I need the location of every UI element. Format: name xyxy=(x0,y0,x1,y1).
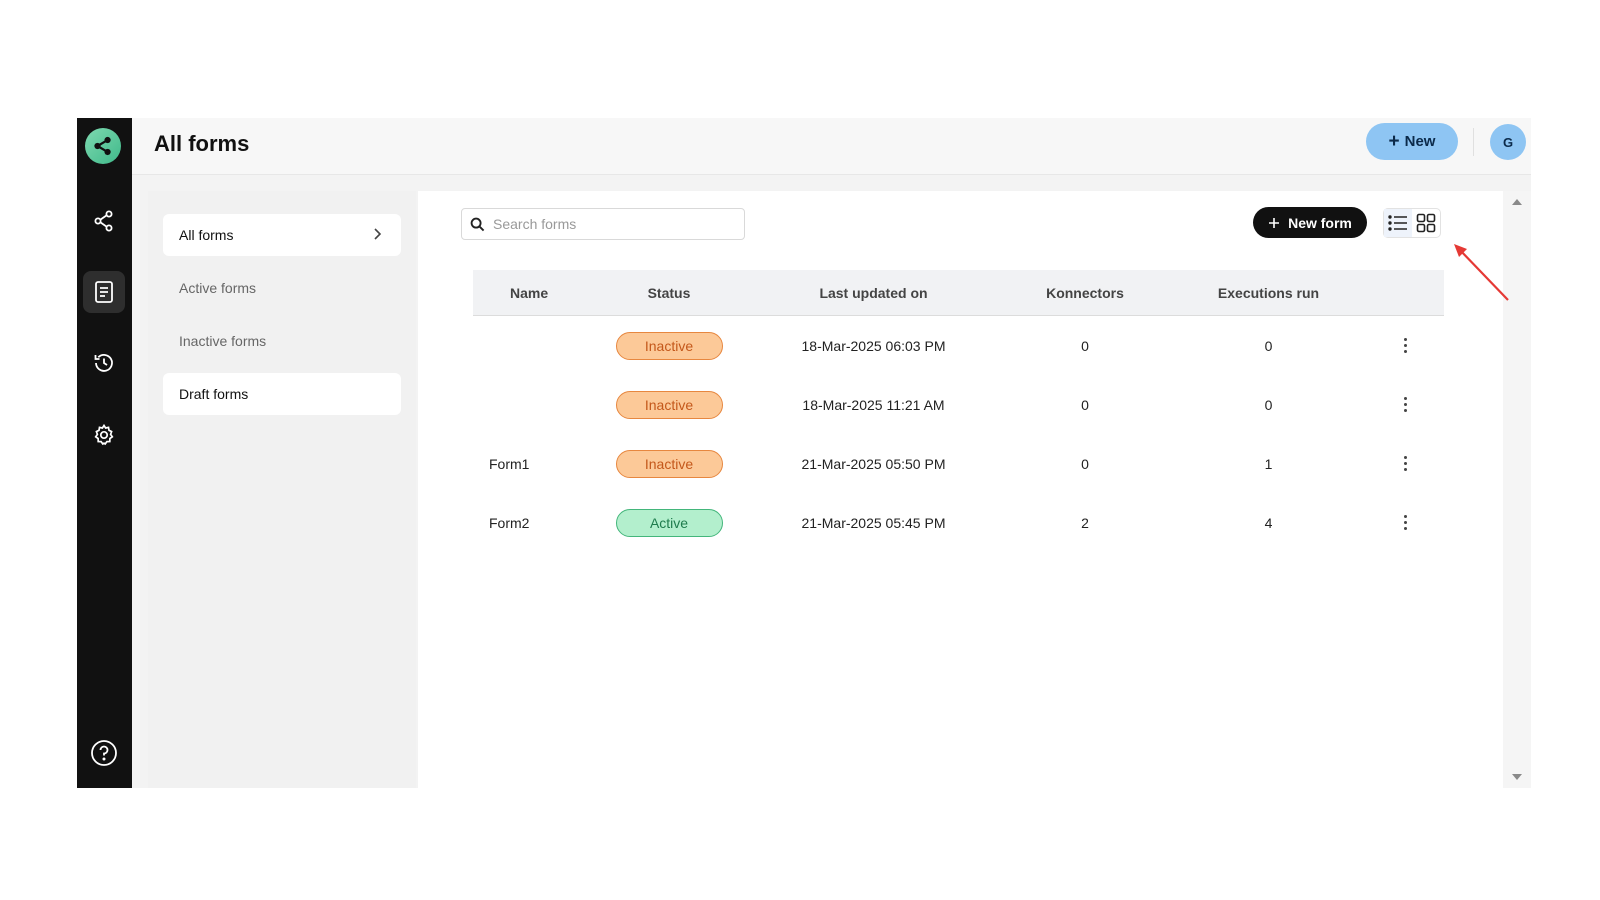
top-header: All forms + New G xyxy=(132,118,1531,175)
column-header-executions[interactable]: Executions run xyxy=(1170,285,1367,301)
scroll-down-arrow-icon[interactable] xyxy=(1512,774,1522,780)
konnectors-count: 0 xyxy=(1081,396,1089,413)
rail-history-button[interactable] xyxy=(83,342,125,384)
executions-count: 0 xyxy=(1264,396,1273,413)
konnectors-count: 2 xyxy=(1081,514,1089,531)
last-updated: 21-Mar-2025 05:50 PM xyxy=(801,455,946,472)
forms-table: Name Status Last updated on Konnectors E… xyxy=(473,270,1444,552)
status-badge: Active xyxy=(615,508,723,537)
plus-icon xyxy=(1269,217,1280,228)
more-options-icon[interactable] xyxy=(1404,397,1407,412)
more-options-icon[interactable] xyxy=(1404,515,1407,530)
chevron-right-icon xyxy=(374,228,382,240)
konnectors-count: 0 xyxy=(1081,337,1089,354)
form-name: Form2 xyxy=(489,514,530,531)
new-form-label: New form xyxy=(1288,214,1352,231)
subnav-item-label: Active forms xyxy=(179,280,257,296)
executions-count: 0 xyxy=(1264,337,1273,354)
table-row[interactable]: Inactive 18-Mar-2025 11:21 AM 0 0 xyxy=(473,375,1444,434)
forms-main-panel: New form Name Status Last updated on Kon… xyxy=(418,191,1531,788)
executions-count: 1 xyxy=(1264,455,1273,472)
column-header-last-updated[interactable]: Last updated on xyxy=(747,285,1000,301)
subnav-item-label: Draft forms xyxy=(179,386,249,402)
forms-icon xyxy=(95,281,113,303)
table-header: Name Status Last updated on Konnectors E… xyxy=(473,270,1444,316)
form-name: Form1 xyxy=(489,455,530,472)
subnav-item-active-forms[interactable]: Active forms xyxy=(163,267,401,309)
last-updated: 18-Mar-2025 06:03 PM xyxy=(801,337,946,354)
app-logo-icon[interactable] xyxy=(85,128,121,164)
last-updated: 21-Mar-2025 05:45 PM xyxy=(801,514,946,531)
new-button[interactable]: + New xyxy=(1366,123,1458,160)
rail-settings-button[interactable] xyxy=(83,414,125,456)
new-button-label: New xyxy=(1404,133,1436,150)
status-badge: Inactive xyxy=(615,390,723,419)
table-row[interactable]: Form1 Inactive 21-Mar-2025 05:50 PM 0 1 xyxy=(473,434,1444,493)
subnav-item-all-forms[interactable]: All forms xyxy=(163,214,401,256)
column-header-status[interactable]: Status xyxy=(591,285,747,301)
table-row[interactable]: Inactive 18-Mar-2025 06:03 PM 0 0 xyxy=(473,316,1444,375)
list-view-icon xyxy=(1388,215,1407,231)
search-input[interactable] xyxy=(493,216,723,232)
history-icon xyxy=(94,354,113,372)
status-badge: Inactive xyxy=(615,331,723,360)
rail-share-button[interactable] xyxy=(83,200,125,242)
scroll-up-arrow-icon[interactable] xyxy=(1512,199,1522,205)
konnectors-count: 0 xyxy=(1081,455,1089,472)
share-icon xyxy=(94,210,113,232)
header-divider xyxy=(1473,128,1474,156)
user-avatar[interactable]: G xyxy=(1490,124,1526,160)
list-view-button[interactable] xyxy=(1384,209,1412,237)
subnav-item-inactive-forms[interactable]: Inactive forms xyxy=(163,320,401,362)
table-row[interactable]: Form2 Active 21-Mar-2025 05:45 PM 2 4 xyxy=(473,493,1444,552)
grid-view-button[interactable] xyxy=(1412,209,1440,237)
column-header-konnectors[interactable]: Konnectors xyxy=(1000,285,1170,301)
subnav-item-label: Inactive forms xyxy=(179,333,267,349)
status-badge: Inactive xyxy=(615,449,723,478)
executions-count: 4 xyxy=(1264,514,1273,531)
column-header-name[interactable]: Name xyxy=(473,285,591,301)
more-options-icon[interactable] xyxy=(1404,338,1407,353)
subnav-item-label: All forms xyxy=(179,227,234,243)
new-form-button[interactable]: New form xyxy=(1253,207,1367,238)
rail-help-button[interactable] xyxy=(83,732,125,774)
forms-subnav: All forms Active forms Inactive forms Dr… xyxy=(148,191,416,788)
app-window: All forms + New G All forms Active forms… xyxy=(77,118,1531,788)
left-rail xyxy=(77,118,132,788)
more-options-icon[interactable] xyxy=(1404,456,1407,471)
page-title: All forms xyxy=(154,131,250,156)
last-updated: 18-Mar-2025 11:21 AM xyxy=(802,396,945,413)
search-icon xyxy=(470,217,485,231)
rail-forms-button[interactable] xyxy=(83,271,125,313)
help-icon xyxy=(91,740,117,766)
plus-icon: + xyxy=(1388,131,1400,152)
subnav-item-draft-forms[interactable]: Draft forms xyxy=(163,373,401,415)
search-box[interactable] xyxy=(461,208,745,240)
vertical-scrollbar[interactable] xyxy=(1503,191,1531,788)
view-toggle xyxy=(1383,208,1441,238)
grid-view-icon xyxy=(1416,213,1436,233)
settings-icon xyxy=(94,423,114,446)
